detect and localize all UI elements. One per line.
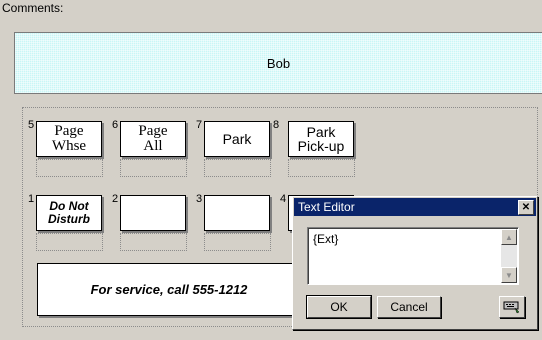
keyboard-icon[interactable] (499, 296, 525, 318)
key-number: 3 (196, 193, 203, 205)
key-slot (120, 159, 187, 177)
service-message[interactable]: For service, call 555-1212 (37, 263, 301, 316)
key-number: 6 (112, 119, 119, 131)
key-slot (36, 233, 103, 251)
key-blank[interactable] (204, 195, 270, 231)
dialog-title: Text Editor (298, 200, 355, 214)
key-park[interactable]: Park (204, 121, 270, 157)
key-slot (204, 233, 271, 251)
text-editor-dialog: Text Editor ✕ {Ext} ▲ ▼ OK Cancel (292, 196, 538, 330)
keyboard-glyph-icon (503, 301, 520, 314)
key-number: 7 (196, 119, 203, 131)
key-do-not-disturb[interactable]: Do Not Disturb (36, 195, 102, 231)
key-slot (288, 159, 355, 177)
key-slot (36, 159, 103, 177)
key-park-pick-up[interactable]: Park Pick-up (288, 121, 354, 157)
key-number: 8 (273, 119, 280, 131)
key-page-whse[interactable]: Page Whse (36, 121, 102, 157)
cancel-button[interactable]: Cancel (377, 296, 441, 318)
key-blank[interactable] (120, 195, 186, 231)
vertical-scrollbar[interactable]: ▲ ▼ (501, 229, 517, 283)
close-icon[interactable]: ✕ (518, 200, 534, 215)
dialog-titlebar[interactable]: Text Editor ✕ (294, 198, 536, 216)
key-number: 4 (280, 193, 287, 205)
comments-value: Bob (266, 55, 291, 71)
ok-button[interactable]: OK (306, 295, 372, 319)
key-slot (120, 233, 187, 251)
editor-text: {Ext} (313, 232, 339, 246)
scroll-down-icon[interactable]: ▼ (501, 267, 517, 283)
key-slot (204, 159, 271, 177)
comments-label: Comments: (2, 1, 64, 15)
scroll-up-icon[interactable]: ▲ (501, 229, 517, 245)
key-number: 5 (28, 119, 35, 131)
text-editor-input[interactable]: {Ext} ▲ ▼ (307, 227, 519, 285)
key-number: 1 (28, 193, 35, 205)
key-number: 2 (112, 193, 119, 205)
comments-field[interactable]: Bob (14, 32, 542, 94)
key-page-all[interactable]: Page All (120, 121, 186, 157)
